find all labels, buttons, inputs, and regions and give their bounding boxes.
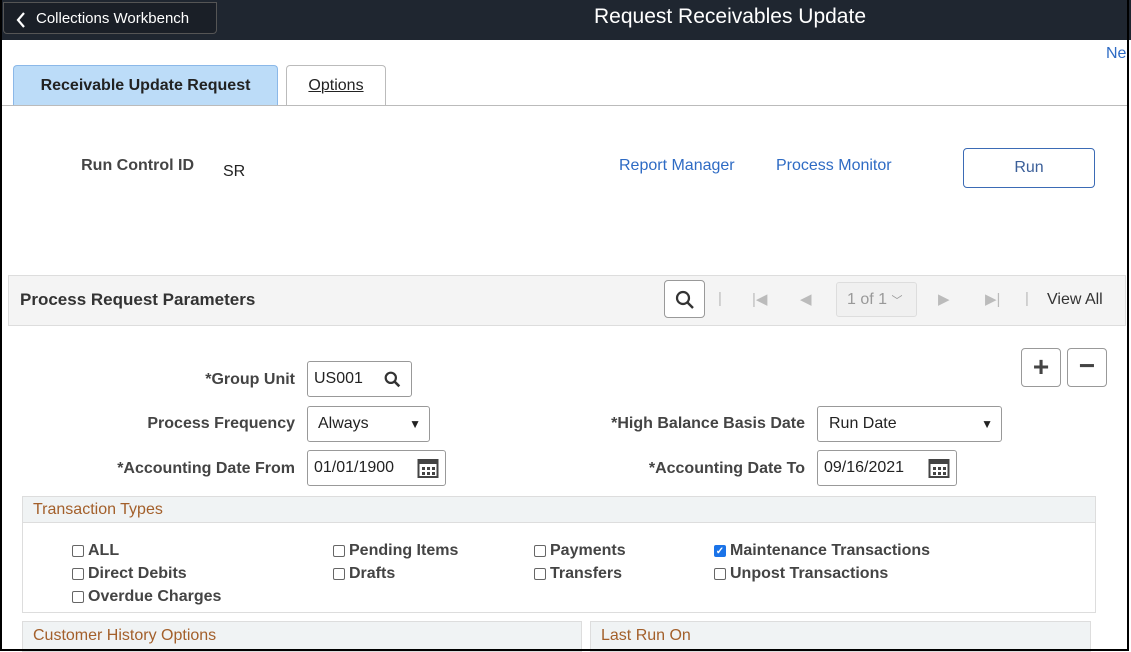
screenshot-border (0, 0, 1129, 651)
